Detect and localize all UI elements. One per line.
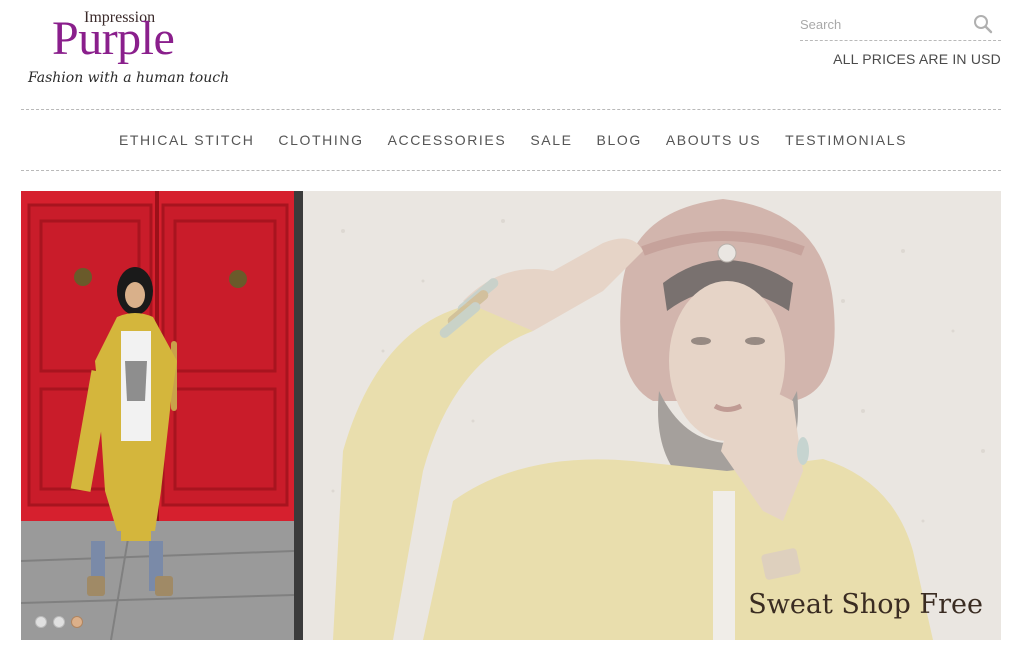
logo-tagline: Fashion with a human touch xyxy=(28,70,230,86)
slide-divider xyxy=(294,191,303,640)
hero-slider[interactable]: Sweat Shop Free xyxy=(21,191,1001,640)
search-icon[interactable] xyxy=(973,14,993,34)
search-box xyxy=(800,8,1001,41)
nav-item-clothing[interactable]: CLOTHING xyxy=(278,132,363,148)
nav-item-ethical-stitch[interactable]: ETHICAL STITCH xyxy=(119,132,254,148)
slider-dot-3[interactable] xyxy=(71,616,83,628)
nav-item-testimonials[interactable]: TESTIMONIALS xyxy=(785,132,907,148)
slider-dot-2[interactable] xyxy=(53,616,65,628)
slider-dot-1[interactable] xyxy=(35,616,47,628)
nav-item-blog[interactable]: BLOG xyxy=(597,132,642,148)
site-logo[interactable]: Impression Purple Fashion with a human t… xyxy=(26,6,236,90)
currency-note: ALL PRICES ARE IN USD xyxy=(833,51,1001,67)
logo-big-text: Purple xyxy=(52,12,175,65)
slider-dots xyxy=(35,616,83,628)
nav-item-sale[interactable]: SALE xyxy=(530,132,572,148)
main-nav: ETHICAL STITCH CLOTHING ACCESSORIES SALE… xyxy=(21,109,1001,171)
search-input[interactable] xyxy=(800,12,970,36)
hero-photo-closeup: Sweat Shop Free xyxy=(303,191,1001,640)
hero-caption: Sweat Shop Free xyxy=(748,589,983,620)
hero-photo-red-door xyxy=(21,191,294,640)
nav-item-accessories[interactable]: ACCESSORIES xyxy=(388,132,507,148)
nav-item-about-us[interactable]: ABOUTS US xyxy=(666,132,761,148)
